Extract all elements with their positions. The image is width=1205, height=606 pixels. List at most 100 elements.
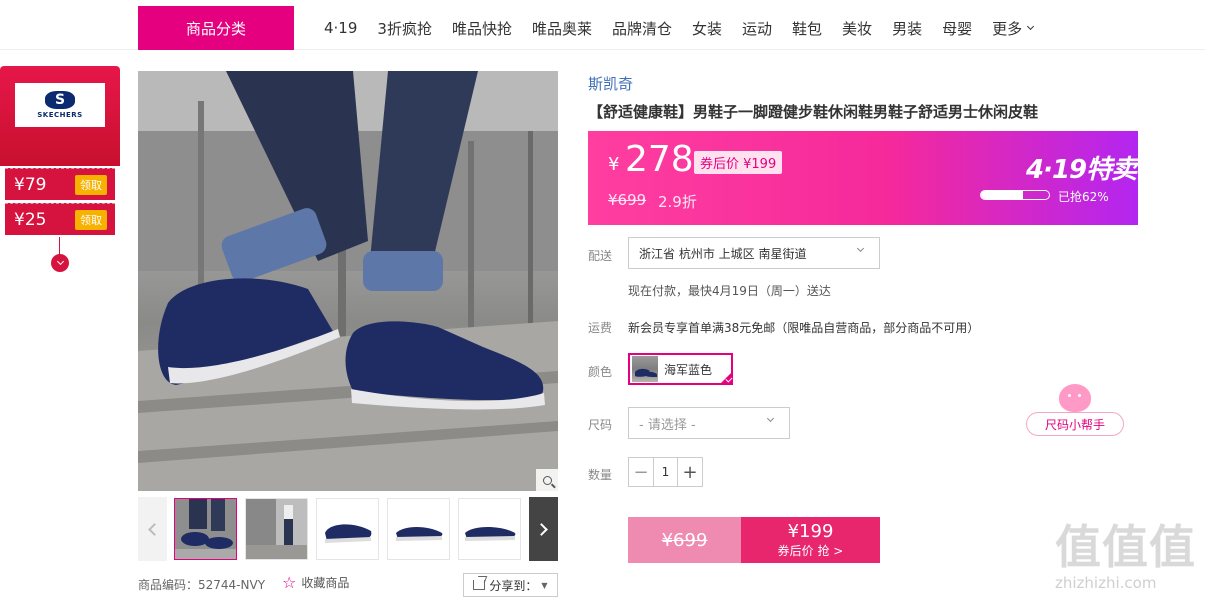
star-icon: ☆ [282, 572, 297, 592]
after-coupon-badge: 券后价 ¥199 [694, 151, 783, 174]
brand-logo-text: SKECHERS [37, 111, 83, 119]
watermark-url: zhizhizhi.com [1055, 574, 1157, 592]
share-icon [473, 580, 486, 590]
nav-item-women[interactable]: 女装 [682, 18, 732, 39]
mascot-icon [1059, 384, 1091, 412]
thumbnail-prev-button[interactable] [138, 497, 167, 561]
delivery-label: 配送 [588, 249, 613, 263]
nav-item-more[interactable]: 更多 [982, 18, 1043, 39]
delivery-address: 浙江省 杭州市 上城区 南星街道 [639, 246, 807, 261]
nav-more-label: 更多 [992, 19, 1023, 38]
coupon-25[interactable]: ¥25 领取 [5, 203, 115, 235]
buy-coupon-label: 券后价 抢 > [777, 543, 844, 558]
thumbnail-1[interactable] [174, 498, 237, 560]
product-title: 【舒适健康鞋】男鞋子一脚蹬健步鞋休闲鞋男鞋子舒适男士休闲皮鞋 [588, 103, 1039, 121]
category-button[interactable]: 商品分类 [138, 6, 294, 50]
quantity-label: 数量 [588, 468, 613, 482]
sold-progress-bar [980, 190, 1050, 200]
size-helper-label: 尺码小帮手 [1026, 412, 1124, 436]
discount-rate: 2.9折 [658, 193, 697, 211]
coupon-79[interactable]: ¥79 领取 [5, 168, 115, 200]
size-label: 尺码 [588, 418, 613, 432]
coupon-connector [59, 237, 60, 255]
sold-progress-fill [981, 191, 1024, 199]
thumbnail-next-button[interactable] [529, 497, 558, 561]
color-label: 颜色 [588, 365, 613, 379]
selected-check-icon [719, 371, 733, 385]
original-price: ¥699 [608, 191, 647, 209]
delivery-note: 现在付款，最快4月19日（周一）送达 [628, 284, 831, 298]
favorite-label: 收藏商品 [301, 576, 350, 590]
size-helper-button[interactable]: 尺码小帮手 [1026, 384, 1124, 438]
thumbnail-2[interactable] [245, 498, 308, 560]
share-label: 分享到： [489, 578, 538, 593]
buy-now-coupon[interactable]: ¥199 券后价 抢 > [741, 517, 880, 563]
favorite-button[interactable]: ☆ 收藏商品 [282, 574, 349, 591]
size-select[interactable]: - 请选择 - [628, 407, 790, 439]
brand-logo[interactable]: S SKECHERS [15, 83, 105, 127]
quantity-decrease-button[interactable]: − [629, 458, 653, 486]
promo-title: 4·19特卖 [1026, 155, 1137, 185]
coupon-value: ¥25 [14, 209, 47, 230]
buy-coupon-price: ¥199 [787, 520, 834, 542]
brand-coupon-panel: S SKECHERS [0, 66, 120, 166]
product-main-image[interactable] [138, 71, 558, 491]
color-option-label: 海军蓝色 [664, 362, 713, 377]
coupon-value: ¥79 [14, 174, 47, 195]
nav-item-sports[interactable]: 运动 [732, 18, 782, 39]
thumbnail-5[interactable] [458, 498, 521, 560]
chevron-down-icon [56, 257, 64, 266]
thumbnail-image [465, 527, 516, 541]
magnifier-icon [542, 475, 552, 485]
nav-item-outlet[interactable]: 唯品奥莱 [522, 18, 602, 39]
thumbnail-image [396, 527, 443, 541]
sold-progress-text: 已抢62% [1058, 190, 1109, 204]
chevron-down-icon [1027, 22, 1035, 30]
quantity-increase-button[interactable]: + [678, 458, 702, 486]
nav-item-shoes-bags[interactable]: 鞋包 [782, 18, 832, 39]
chevron-left-icon [148, 522, 161, 536]
chevron-right-icon [535, 522, 548, 536]
share-button[interactable]: 分享到： ▼ [463, 573, 558, 597]
expand-coupons-button[interactable] [51, 254, 69, 272]
nav-item-clearance[interactable]: 品牌清仓 [602, 18, 682, 39]
color-swatch-image [632, 356, 658, 382]
nav-item-beauty[interactable]: 美妆 [832, 18, 882, 39]
current-price: 278 [625, 139, 694, 180]
thumbnail-image [325, 524, 372, 543]
price-panel: ¥ 278 券后价 ¥199 ¥699 2.9折 4·19特卖 已抢62% [588, 131, 1138, 225]
skechers-s-icon: S [45, 91, 75, 109]
watermark-logo: 值值值 [1055, 520, 1196, 574]
claim-coupon-button[interactable]: 领取 [75, 209, 107, 230]
chevron-down-icon [766, 414, 775, 423]
claim-coupon-button[interactable]: 领取 [75, 174, 107, 195]
freight-text: 新会员专享首单满38元免邮（限唯品自营商品，部分商品不可用） [628, 321, 980, 335]
zoom-button[interactable] [536, 469, 558, 491]
site-watermark: 值值值 zhizhizhi.com [1055, 522, 1201, 592]
nav-item-flash-sale[interactable]: 唯品快抢 [442, 18, 522, 39]
currency-symbol: ¥ [608, 154, 620, 175]
quantity-input[interactable]: 1 [653, 458, 678, 486]
thumbnail-4[interactable] [387, 498, 450, 560]
chevron-down-icon [856, 244, 865, 253]
product-sku: 商品编码：52744-NVY [138, 578, 266, 592]
nav-items: 4·19 3折疯抢 唯品快抢 唯品奥莱 品牌清仓 女装 运动 鞋包 美妆 男装 … [314, 6, 1043, 50]
brand-link[interactable]: 斯凯奇 [588, 73, 633, 94]
delivery-address-select[interactable]: 浙江省 杭州市 上城区 南星街道 [628, 237, 880, 269]
thumbnail-strip [138, 497, 558, 561]
nav-item-men[interactable]: 男装 [882, 18, 932, 39]
color-option-navy[interactable]: 海军蓝色 [628, 353, 733, 385]
caret-down-icon: ▼ [541, 580, 548, 590]
freight-label: 运费 [588, 321, 613, 335]
product-photo [138, 71, 558, 491]
thumbnail-3[interactable] [316, 498, 379, 560]
quantity-stepper: − 1 + [628, 457, 703, 487]
buy-button[interactable]: ¥699 ¥199 券后价 抢 > [628, 517, 880, 563]
thumbnail-image [246, 499, 307, 559]
top-nav: 商品分类 4·19 3折疯抢 唯品快抢 唯品奥莱 品牌清仓 女装 运动 鞋包 美… [0, 0, 1205, 50]
size-placeholder: - 请选择 - [639, 417, 696, 433]
nav-item-419[interactable]: 4·19 [314, 19, 367, 37]
nav-item-baby[interactable]: 母婴 [932, 18, 982, 39]
thumbnail-image [175, 499, 236, 559]
nav-item-30-percent[interactable]: 3折疯抢 [367, 18, 442, 39]
